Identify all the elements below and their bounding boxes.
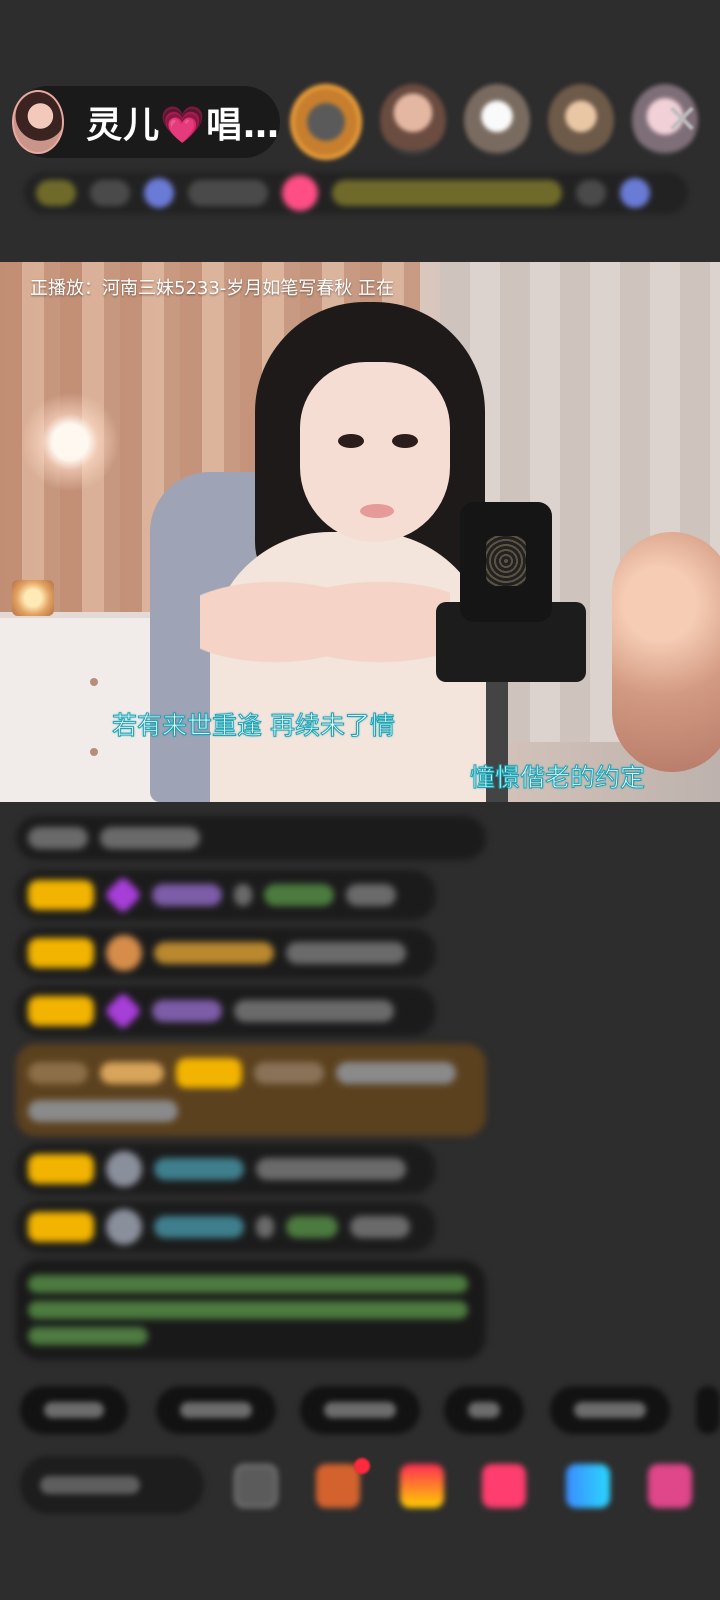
game-icon[interactable] [316,1464,360,1508]
eye [338,434,364,448]
tag-badge [36,180,76,206]
message-text [256,1216,274,1238]
close-icon[interactable]: ✕ [660,98,704,142]
chat-message-highlight[interactable] [16,1044,486,1136]
message-text [234,1000,394,1022]
chat-message[interactable] [16,1144,436,1194]
now-playing-text: 正播放：河南三妹5233-岁月如笔写春秋 正在 [30,278,395,299]
host-tags-row[interactable] [24,172,688,214]
quick-reply-button[interactable] [20,1386,128,1434]
quick-reply-button[interactable] [156,1386,276,1434]
user-avatar [106,1151,142,1187]
dresser-knob [90,748,98,756]
host-avatar[interactable] [12,90,65,154]
user-avatar [106,935,142,971]
candle [12,580,54,616]
system-notice [16,1260,486,1360]
heart-hands [200,552,450,692]
heart-icon[interactable] [482,1464,526,1508]
viewer-avatar[interactable] [464,84,530,156]
message-text [256,1158,406,1180]
heart-icon: 💗 [160,105,206,146]
message-text [286,942,406,964]
bottom-action-bar [0,1456,720,1536]
host-name: 灵儿💗唱… [86,105,280,146]
tag-badge [332,180,562,206]
live-video[interactable]: 正播放：河南三妹5233-岁月如笔写春秋 正在 若有来世重逢 再续未了情 憧憬偕… [0,262,720,802]
viewer-avatar[interactable] [380,84,446,156]
lips [360,504,394,518]
viewer-avatar[interactable] [548,84,614,156]
level-badge [176,1058,242,1088]
chat-message[interactable] [16,986,436,1036]
dresser-knob [90,678,98,686]
message-text [100,827,200,849]
eye [392,434,418,448]
host-info-pill[interactable]: 灵儿💗唱… [12,86,280,158]
quick-reply-button[interactable] [696,1386,720,1434]
lamp-light [20,392,120,492]
tag-badge [576,180,606,206]
gift-icon[interactable] [566,1464,610,1508]
chat-input[interactable] [20,1456,204,1514]
message-text [350,1216,410,1238]
live-stream-page: 灵儿💗唱… ✕ 正播放：河南三妹5233-岁月如笔写春秋 正在 若有来世重逢 再… [0,0,720,1600]
diamond-icon [103,875,143,915]
level-badge [28,938,94,968]
chat-message[interactable] [16,816,486,860]
gift-icon[interactable] [648,1464,692,1508]
notification-dot [354,1458,370,1474]
user-name[interactable] [154,1216,244,1238]
tag-icon [144,178,174,208]
user-name[interactable] [286,1216,338,1238]
message-text [28,1100,178,1122]
more-icon[interactable] [234,1464,278,1508]
tag-badge [90,180,130,206]
level-badge [28,880,94,910]
message-text [234,884,252,906]
user-name[interactable] [152,884,222,906]
user-avatar [106,1209,142,1245]
viewer-avatar[interactable] [290,84,362,160]
notice-text [28,1301,468,1319]
user-name[interactable] [154,942,274,964]
diamond-icon [103,991,143,1031]
chat-message[interactable] [16,928,436,978]
notice-text [28,1327,148,1345]
message-text [336,1062,456,1084]
tag-icon [620,178,650,208]
chat-message[interactable] [16,870,436,920]
quick-reply-row [20,1386,720,1434]
message-text [28,827,88,849]
streamer-face [300,362,450,542]
quick-reply-button[interactable] [444,1386,524,1434]
viewer-avatar-list [290,84,698,160]
level-badge [28,996,94,1026]
chat-message[interactable] [16,1202,436,1252]
gift-icon[interactable] [400,1464,444,1508]
lyric-line-1: 若有来世重逢 再续未了情 [112,711,396,741]
lyric-line-2: 憧憬偕老的约定 [469,763,646,793]
user-name[interactable] [154,1158,244,1180]
badge [28,1062,88,1084]
tag-icon [282,175,318,211]
level-badge [28,1154,94,1184]
user-name[interactable] [264,884,334,906]
mic-grill [486,536,526,586]
message-text [346,884,396,906]
badge [100,1062,164,1084]
decor-bear [612,532,720,772]
tag-badge [188,180,268,206]
level-badge [28,1212,94,1242]
microphone [460,502,552,622]
quick-reply-button[interactable] [550,1386,670,1434]
user-name[interactable] [254,1062,324,1084]
notice-text [28,1275,468,1293]
user-name[interactable] [152,1000,222,1022]
quick-reply-button[interactable] [300,1386,420,1434]
